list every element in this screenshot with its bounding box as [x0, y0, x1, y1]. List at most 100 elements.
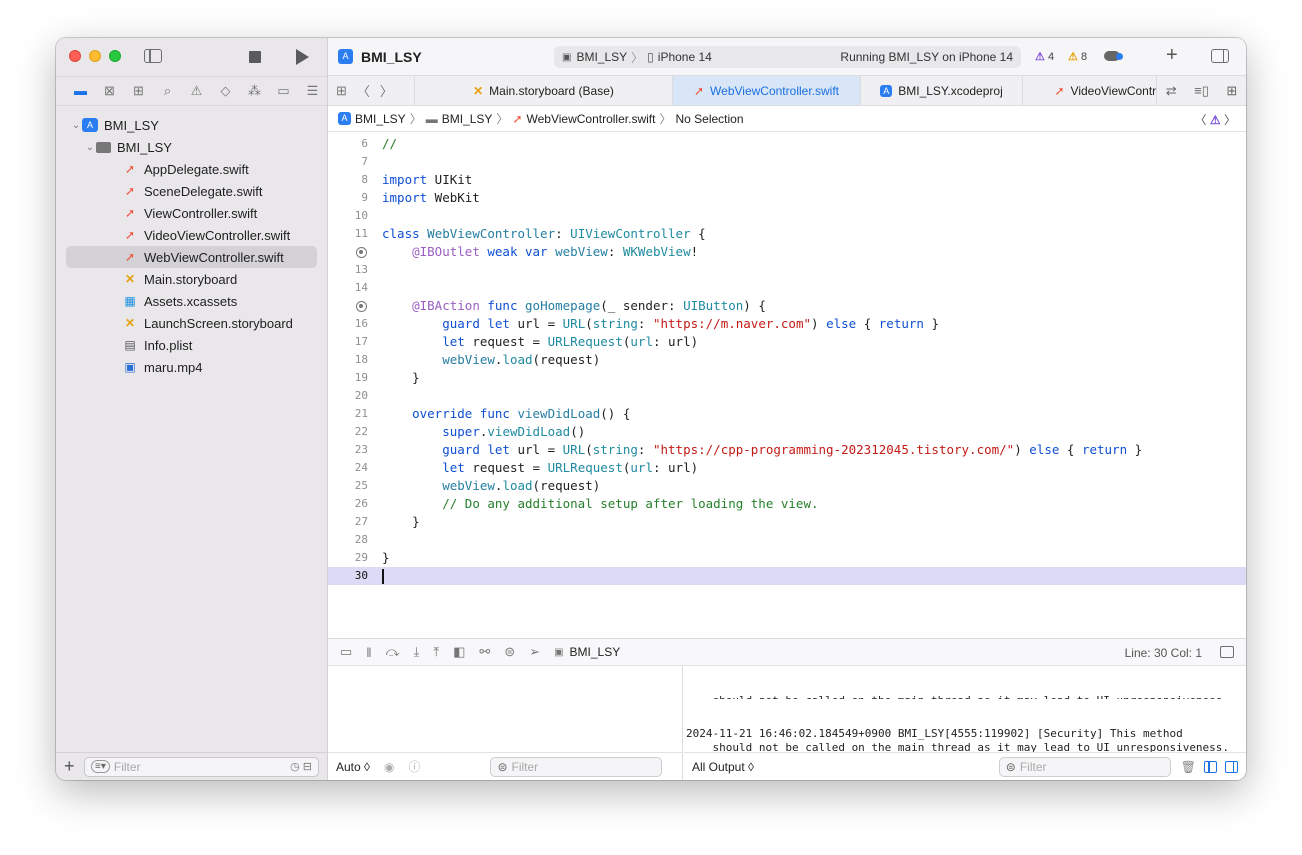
code-line[interactable]: @IBOutlet weak var webView: WKWebView!	[328, 243, 1246, 261]
code-line[interactable]: 23 guard let url = URL(string: "https://…	[328, 441, 1246, 459]
code-line[interactable]: 21 override func viewDidLoad() {	[328, 405, 1246, 423]
sidebar-toggle-icon[interactable]	[144, 49, 162, 63]
library-plus-icon[interactable]: +	[1166, 44, 1178, 67]
issue-navigator-icon[interactable]: ⚠	[182, 76, 211, 106]
code-line[interactable]: 11 class WebViewController: UIViewControl…	[328, 225, 1246, 243]
current-code-line[interactable]: 30	[328, 567, 1246, 585]
code-line[interactable]: 20	[328, 387, 1246, 405]
split-editor-icon[interactable]: ⊞	[1226, 83, 1237, 99]
code-line[interactable]: 28	[328, 531, 1246, 549]
add-file-icon[interactable]: +	[64, 756, 84, 777]
code-line[interactable]: 27 }	[328, 513, 1246, 531]
cloud-status-icon[interactable]	[1104, 51, 1123, 61]
close-window-button[interactable]	[69, 50, 81, 62]
code-line[interactable]: 29}	[328, 549, 1246, 567]
view-hierarchy-icon[interactable]: ◧	[453, 644, 465, 660]
disclosure-chevron-icon[interactable]: ⌄	[70, 120, 82, 131]
source-editor[interactable]: 6 // 7 8 import UIKit 9 import WebKit 10 11 class…	[328, 133, 1246, 638]
find-navigator-icon[interactable]: ⌕	[153, 76, 182, 106]
tree-item[interactable]: ➚ SceneDelegate.swift	[56, 180, 327, 202]
minimize-window-button[interactable]	[89, 50, 101, 62]
tree-item[interactable]: ✕ Main.storyboard	[56, 268, 327, 290]
tree-item[interactable]: ⌄ A BMI_LSY	[56, 114, 327, 136]
editor-tab[interactable]: ✕ Main.storyboard (Base)	[414, 76, 672, 105]
jumpbar-folder[interactable]: BMI_LSY	[442, 112, 493, 126]
code-line[interactable]: 26 // Do any additional setup after load…	[328, 495, 1246, 513]
code-line[interactable]: 24 let request = URLRequest(url: url)	[328, 459, 1246, 477]
code-line[interactable]: 18 webView.load(request)	[328, 351, 1246, 369]
tree-item[interactable]: ➚ WebViewController.swift	[66, 246, 317, 268]
run-icon[interactable]	[296, 49, 309, 65]
hide-debug-area-icon[interactable]: ▭	[340, 644, 352, 660]
activity-status[interactable]: ▣ BMI_LSY 〉 ▯ iPhone 14 Running BMI_LSY …	[554, 46, 1021, 68]
variables-scope-select[interactable]: Auto ◊	[336, 760, 370, 774]
editor-options-icon[interactable]: ≡▯	[1194, 83, 1209, 99]
step-out-icon[interactable]: ⤒	[433, 644, 439, 660]
jumpbar-project[interactable]: BMI_LSY	[355, 112, 406, 126]
hide-bottom-pane-icon[interactable]	[1220, 646, 1234, 658]
code-line[interactable]: 16 guard let url = URL(string: "https://…	[328, 315, 1246, 333]
eye-icon[interactable]: ◉	[384, 760, 394, 774]
tree-item[interactable]: ➚ AppDelegate.swift	[56, 158, 327, 180]
pause-icon[interactable]: ‖	[366, 645, 371, 660]
forward-icon[interactable]: 〉	[380, 81, 393, 100]
runtime-issues-badge[interactable]: ⚠ 4	[1035, 50, 1054, 63]
code-line[interactable]: 6 //	[328, 135, 1246, 153]
scheme-selector[interactable]: BMI_LSY	[576, 50, 627, 64]
tree-item[interactable]: ▣ maru.mp4	[56, 356, 327, 378]
code-line[interactable]: 10	[328, 207, 1246, 225]
zoom-window-button[interactable]	[109, 50, 121, 62]
step-over-icon[interactable]: ⤼	[386, 644, 400, 660]
disclosure-chevron-icon[interactable]: ⌄	[84, 142, 96, 153]
environment-overrides-icon[interactable]: ⊜	[504, 644, 515, 660]
code-line[interactable]: 13	[328, 261, 1246, 279]
code-line[interactable]: 8 import UIKit	[328, 171, 1246, 189]
code-line[interactable]: 9 import WebKit	[328, 189, 1246, 207]
variables-filter-input[interactable]: ⊜ Filter	[490, 756, 663, 777]
code-line[interactable]: 7	[328, 153, 1246, 171]
code-line[interactable]: 19 }	[328, 369, 1246, 387]
destination-selector[interactable]: iPhone 14	[658, 50, 712, 64]
navigator-filter-input[interactable]: ≡▾ Filter ◷ ⊟	[84, 756, 319, 777]
related-items-icon[interactable]: ⊞	[336, 83, 347, 99]
code-line[interactable]: 22 super.viewDidLoad()	[328, 423, 1246, 441]
code-line[interactable]: 17 let request = URLRequest(url: url)	[328, 333, 1246, 351]
warnings-badge[interactable]: ⚠ 8	[1068, 50, 1087, 63]
outlet-connection-icon[interactable]	[356, 247, 367, 258]
project-navigator-icon[interactable]: ▬	[66, 76, 95, 106]
show-console-icon[interactable]	[1225, 760, 1238, 773]
trash-icon[interactable]: 🗑	[1181, 760, 1196, 774]
outlet-connection-icon[interactable]	[356, 301, 367, 312]
back-icon[interactable]: 〈	[357, 81, 370, 100]
stop-icon[interactable]	[249, 51, 261, 63]
debug-navigator-icon[interactable]: ⁂	[240, 76, 269, 106]
editor-tab[interactable]: ➚ WebViewController.swift	[672, 76, 860, 105]
tree-item[interactable]: ▦ Assets.xcassets	[56, 290, 327, 312]
show-variables-icon[interactable]	[1204, 760, 1217, 773]
memory-graph-icon[interactable]: ⚯	[479, 644, 490, 660]
output-mode-select[interactable]: All Output ◊	[692, 760, 754, 774]
jumpbar-file[interactable]: WebViewController.swift	[527, 112, 656, 126]
code-line[interactable]: @IBAction func goHomepage(_ sender: UIBu…	[328, 297, 1246, 315]
tree-item[interactable]: ✕ LaunchScreen.storyboard	[56, 312, 327, 334]
switch-editor-icon[interactable]: ⇄	[1166, 83, 1177, 99]
inspector-toggle-icon[interactable]	[1211, 49, 1229, 63]
tree-item[interactable]: ➚ ViewController.swift	[56, 202, 327, 224]
console-output[interactable]: should not be called on the main thread …	[684, 666, 1246, 752]
code-line[interactable]: 25 webView.load(request)	[328, 477, 1246, 495]
issue-navigation[interactable]: 〈 ⚠ 〉	[1195, 111, 1236, 128]
test-navigator-icon[interactable]: ◇	[211, 76, 240, 106]
tree-item[interactable]: ⌄ BMI_LSY	[56, 136, 327, 158]
symbol-navigator-icon[interactable]: ⊞	[124, 76, 153, 106]
jumpbar-selection[interactable]: No Selection	[675, 112, 743, 126]
step-into-icon[interactable]: ⤓	[414, 644, 420, 660]
tree-item[interactable]: ➚ VideoViewController.swift	[56, 224, 327, 246]
recent-files-icon[interactable]: ◷ ⊟	[290, 760, 312, 773]
report-navigator-icon[interactable]: ☰	[298, 76, 327, 106]
code-line[interactable]: 14	[328, 279, 1246, 297]
editor-tab[interactable]: A BMI_LSY.xcodeproj	[860, 76, 1022, 105]
breakpoint-navigator-icon[interactable]: ▭	[269, 76, 298, 106]
info-icon[interactable]: ⓘ	[408, 758, 420, 775]
simulate-location-icon[interactable]: ➢	[529, 644, 540, 660]
console-filter-input[interactable]: ⊜ Filter	[998, 756, 1171, 777]
